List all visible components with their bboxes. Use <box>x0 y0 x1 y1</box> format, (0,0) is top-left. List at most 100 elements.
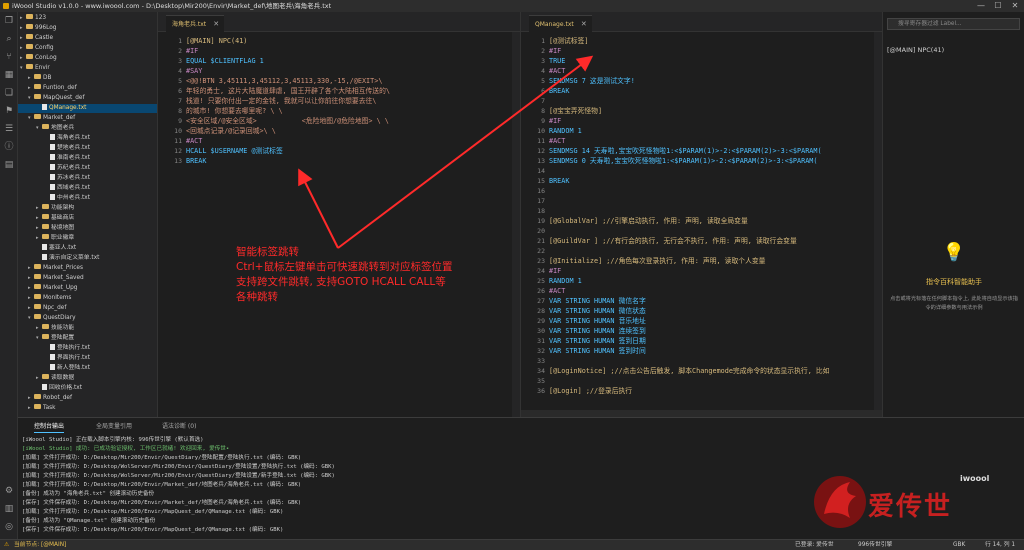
folder-item[interactable]: ▸ 技能功能 <box>18 324 157 333</box>
tree-item-label: 苏纪老兵.txt <box>57 165 91 171</box>
tab-haijiao[interactable]: 海角老兵.txt ✕ <box>166 15 225 33</box>
horizontal-scrollbar[interactable] <box>521 410 882 417</box>
vertical-scrollbar[interactable] <box>874 32 882 417</box>
file-item[interactable]: 西域老兵.txt <box>18 184 157 193</box>
code-line: [@LoginNotice] ;//点击公告后触发, 脚本Changemode完… <box>549 367 830 375</box>
file-item[interactable]: 演示自定义菜单.txt <box>18 254 157 263</box>
folder-item[interactable]: ▸ Task <box>18 404 157 413</box>
file-item[interactable]: 苏冰老兵.txt <box>18 174 157 183</box>
code-line: VAR STRING HUMAN 微信名字 <box>549 297 646 305</box>
folder-item[interactable]: ▸ Funtion_def <box>18 84 157 93</box>
code-editor[interactable]: 1 [@测试标签] 2 #IF 3 TRUE 4 #ACT 5 SENDMSG 7 这是测试文字!… <box>521 32 882 417</box>
vertical-scrollbar[interactable] <box>512 32 520 417</box>
maximize-button[interactable]: ☐ <box>989 0 1007 12</box>
outline-item[interactable]: [@MAIN] NPC(41) <box>887 46 944 54</box>
folder-item[interactable]: ▸ 秘境地图 <box>18 224 157 233</box>
bottom-tab[interactable]: 控制台输出 <box>34 421 65 433</box>
file-item[interactable]: 新人登陆.txt <box>18 364 157 373</box>
folder-item[interactable]: ▸ 996Log <box>18 24 157 33</box>
tree-item-label: 演示自定义菜单.txt <box>49 255 100 261</box>
file-item[interactable]: 淮南老兵.txt <box>18 154 157 163</box>
folder-item[interactable]: ▸ ConLog <box>18 54 157 63</box>
app-logo-icon <box>3 3 9 9</box>
tree-item-label: Market_Saved <box>43 275 84 281</box>
encoding[interactable]: GBK <box>953 540 965 550</box>
line-number: 35 <box>537 377 545 385</box>
close-window-button[interactable]: ✕ <box>1006 0 1024 12</box>
editor-tabbar: 海角老兵.txt ✕ <box>158 12 520 32</box>
minimize-button[interactable]: — <box>972 0 990 12</box>
folder-item[interactable]: ▸ 基础商店 <box>18 214 157 223</box>
folder-item[interactable]: ▸ 功能架构 <box>18 204 157 213</box>
outline-search-input[interactable]: 搜寻寄存器过滤 Label... <box>887 18 1020 30</box>
folder-icon <box>26 54 33 59</box>
file-item[interactable]: 楚地老兵.txt <box>18 144 157 153</box>
folder-item[interactable]: ▾ Envir <box>18 64 157 73</box>
folder-item[interactable]: ▸ Robot_def <box>18 394 157 403</box>
bottom-tab[interactable]: 语法诊断 (0) <box>162 421 196 433</box>
tree-item-label: QManage.txt <box>49 105 87 111</box>
copy-icon[interactable]: ❏ <box>0 84 18 102</box>
line-number: 27 <box>537 297 545 305</box>
tab-qmanage[interactable]: QManage.txt ✕ <box>529 15 592 32</box>
code-line: #IF <box>549 267 562 275</box>
file-item[interactable]: 苏纪老兵.txt <box>18 164 157 173</box>
file-item[interactable]: 中州老兵.txt <box>18 194 157 203</box>
folder-item[interactable]: ▸ DB <box>18 74 157 83</box>
file-item[interactable]: 回收价格.txt <box>18 384 157 393</box>
file-icon <box>50 134 55 140</box>
annotation-line: 支持跨文件跳转, 支持GOTO HCALL CALL等 <box>236 276 446 288</box>
code-line: [@MAIN] NPC(41) <box>186 37 248 45</box>
engine-name[interactable]: 996传世引擎 <box>858 540 892 550</box>
file-item[interactable]: 塞亚人.txt <box>18 244 157 253</box>
folder-item[interactable]: ▸ Castle <box>18 34 157 43</box>
code-line: #IF <box>549 47 562 55</box>
folder-item[interactable]: ▸ Market_Prices <box>18 264 157 273</box>
tree-item-label: 新人登陆.txt <box>57 365 91 371</box>
settings-icon[interactable]: ⚙ <box>0 482 18 500</box>
folder-item[interactable]: ▾ Market_def <box>18 114 157 123</box>
bottom-tab[interactable]: 全局变量引用 <box>96 421 132 433</box>
code-line: BREAK <box>549 87 570 95</box>
folder-item[interactable]: ▸ 123 <box>18 14 157 23</box>
file-item[interactable]: 登陆执行.txt <box>18 344 157 353</box>
target-icon[interactable]: ◎ <box>0 518 18 536</box>
folder-item[interactable]: ▾ 登陆配置 <box>18 334 157 343</box>
folder-item[interactable]: ▾ 地图老兵 <box>18 124 157 133</box>
file-item[interactable]: 海角老兵.txt <box>18 134 157 143</box>
file-item[interactable]: QManage.txt <box>18 104 157 113</box>
git-icon[interactable]: ⑂ <box>0 48 18 66</box>
list-icon[interactable]: ☰ <box>0 120 18 138</box>
info-icon[interactable]: ⓘ <box>0 138 18 156</box>
files-icon[interactable]: ❐ <box>0 12 18 30</box>
folder-item[interactable]: ▾ MapQuest_def <box>18 94 157 103</box>
folder-item[interactable]: ▸ Config <box>18 44 157 53</box>
code-editor[interactable]: 1 [@MAIN] NPC(41) 2 #IF 3 EQUAL $CLIENTFLAG 1… <box>158 32 520 417</box>
tree-item-label: 秘境地图 <box>51 225 75 231</box>
book-icon[interactable]: ▥ <box>0 500 18 518</box>
folder-item[interactable]: ▸ MonItems <box>18 294 157 303</box>
folder-icon <box>34 314 41 319</box>
folder-icon <box>42 234 49 239</box>
line-number: 18 <box>537 207 545 215</box>
code-line: #ACT <box>186 137 203 145</box>
chart-icon[interactable]: ▤ <box>0 156 18 174</box>
folder-item[interactable]: ▸ 职业徽章 <box>18 234 157 243</box>
code-line: SENDMSG 14 天寿啦,宝宝吹死怪物啦1:<$PARAM(1)>-2:<$… <box>549 147 822 155</box>
folder-item[interactable]: ▸ Market_Saved <box>18 274 157 283</box>
tree-item-label: ConLog <box>35 55 57 61</box>
folder-item[interactable]: ▸ 读取数据 <box>18 374 157 383</box>
tree-item-label: 苏冰老兵.txt <box>57 175 91 181</box>
bookmark-icon[interactable]: ⚑ <box>0 102 18 120</box>
folder-item[interactable]: ▸ Npc_def <box>18 304 157 313</box>
folder-item[interactable]: ▸ Market_Upg <box>18 284 157 293</box>
extensions-icon[interactable]: ▦ <box>0 66 18 84</box>
file-item[interactable]: 界面执行.txt <box>18 354 157 363</box>
file-icon <box>50 154 55 160</box>
close-tab-icon[interactable]: ✕ <box>213 16 219 33</box>
search-icon[interactable]: ⌕ <box>0 30 18 48</box>
close-tab-icon[interactable]: ✕ <box>581 16 587 33</box>
folder-item[interactable]: ▾ QuestDiary <box>18 314 157 323</box>
tree-item-label: 读取数据 <box>51 375 75 381</box>
watermark-sub: iwoool <box>960 474 990 483</box>
